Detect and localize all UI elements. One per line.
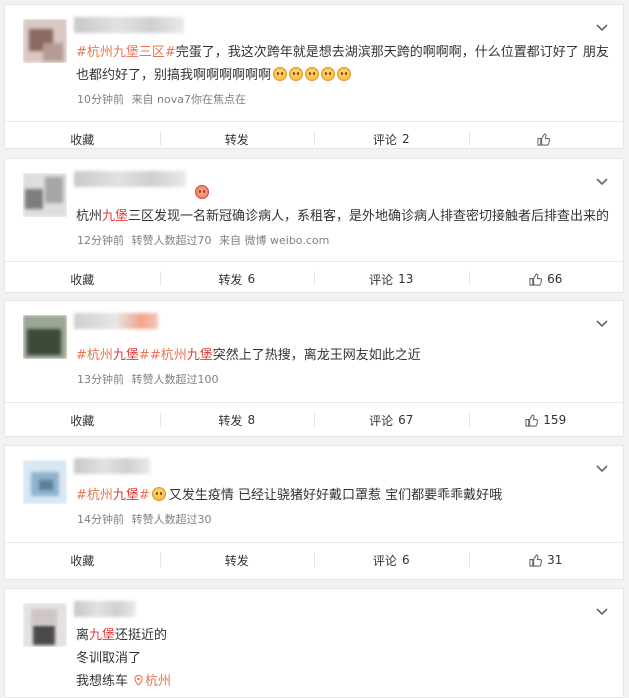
emoji-icon: [289, 67, 304, 81]
thumb-up-icon: [537, 132, 550, 146]
action-bar: 收藏 转发 评论 2: [5, 121, 623, 156]
chevron-down-icon[interactable]: [595, 23, 609, 33]
like-button[interactable]: [468, 122, 624, 156]
emoji-icon: [151, 487, 166, 501]
emoji-icon: [305, 67, 320, 81]
avatar[interactable]: [23, 19, 67, 63]
post-text: #杭州九堡三区#完蛋了，我这次跨年就是想去湖滨那天跨的啊啊啊，什么位置都订好了 …: [76, 45, 609, 83]
like-count: 159: [543, 413, 567, 427]
topic-link[interactable]: #杭州九堡: [150, 348, 213, 363]
weibo-card: #杭州九堡三区#完蛋了，我这次跨年就是想去湖滨那天跨的啊啊啊，什么位置都订好了 …: [4, 4, 624, 149]
repost-button[interactable]: 转发 8: [159, 403, 315, 437]
avatar[interactable]: [23, 603, 67, 647]
post-time[interactable]: 13分钟前: [77, 373, 124, 386]
avatar[interactable]: [23, 173, 67, 217]
post-time[interactable]: 14分钟前: [77, 513, 124, 526]
location-link[interactable]: 杭州: [145, 674, 171, 689]
thumb-up-icon: [525, 413, 539, 427]
action-bar: 收藏 转发 6 评论 13 66: [5, 261, 623, 296]
username[interactable]: [74, 458, 150, 474]
favorite-button[interactable]: 收藏: [5, 122, 160, 156]
post-meta: 13分钟前 转赞人数超过100: [77, 371, 219, 387]
post-meta: 10分钟前 来自 nova7你在焦点在: [77, 91, 246, 107]
action-bar: 收藏 转发 评论 6 31: [5, 542, 623, 577]
emoji-icon: [273, 67, 288, 81]
favorite-button[interactable]: 收藏: [5, 543, 160, 577]
post-text: #杭州九堡# 又发生疫情 已经让骁猪好好戴口罩惹 宝们都要乖乖戴好哦: [76, 487, 503, 503]
post-time[interactable]: 12分钟前: [77, 234, 124, 247]
post-source: 来自 微博 weibo.com: [219, 234, 330, 247]
action-bar: 收藏 转发 8 评论 67 159: [5, 402, 623, 437]
like-count: 31: [547, 553, 563, 567]
like-button[interactable]: 159: [468, 403, 624, 437]
repost-count-info: 转赞人数超过30: [131, 513, 212, 526]
emoji-icon: [321, 67, 336, 81]
post-meta: 12分钟前 转赞人数超过70 来自 微博 weibo.com: [77, 232, 329, 248]
topic-link[interactable]: #杭州九堡三区#: [76, 45, 176, 60]
weibo-card: #杭州九堡##杭州九堡突然上了热搜，离龙王网友如此之近 13分钟前 转赞人数超过…: [4, 300, 624, 437]
emoji-icon: [337, 67, 352, 81]
thumb-up-icon: [529, 272, 543, 286]
weibo-card: 离九堡还挺近的 冬训取消了 我想练车 杭州: [4, 588, 624, 698]
chevron-down-icon[interactable]: [595, 177, 609, 187]
topic-link[interactable]: #杭州九堡#: [76, 348, 150, 363]
chevron-down-icon[interactable]: [595, 464, 609, 474]
avatar[interactable]: [23, 460, 67, 504]
weibo-card: 杭州九堡三区发现一名新冠确诊病人，系租客，是外地确诊病人排查密切接触者后排查出来…: [4, 158, 624, 293]
post-source: 来自 nova7你在焦点在: [131, 93, 246, 106]
avatar[interactable]: [23, 315, 67, 359]
username[interactable]: [74, 313, 158, 329]
topic-link[interactable]: #杭州九堡#: [76, 488, 150, 503]
thumb-up-icon: [529, 553, 543, 567]
comment-button[interactable]: 评论 13: [314, 262, 469, 296]
post-text: 离九堡还挺近的 冬训取消了 我想练车 杭州: [76, 628, 172, 689]
username[interactable]: [74, 171, 186, 187]
repost-count-info: 转赞人数超过70: [131, 234, 212, 247]
username[interactable]: [74, 601, 136, 617]
repost-button[interactable]: 转发: [159, 122, 315, 156]
repost-button[interactable]: 转发 6: [159, 262, 315, 296]
location-pin-icon: [134, 674, 143, 686]
like-button[interactable]: 31: [468, 543, 624, 577]
favorite-button[interactable]: 收藏: [5, 262, 160, 296]
like-button[interactable]: 66: [468, 262, 624, 296]
comment-button[interactable]: 评论 67: [314, 403, 469, 437]
post-time[interactable]: 10分钟前: [77, 93, 124, 106]
chevron-down-icon[interactable]: [595, 607, 609, 617]
repost-button[interactable]: 转发: [159, 543, 315, 577]
post-text: 杭州九堡三区发现一名新冠确诊病人，系租客，是外地确诊病人排查密切接触者后排查出来…: [76, 209, 610, 224]
chevron-down-icon[interactable]: [595, 319, 609, 329]
comment-button[interactable]: 评论 2: [314, 122, 469, 156]
like-count: 66: [547, 272, 563, 286]
username[interactable]: [74, 17, 184, 33]
post-meta: 14分钟前 转赞人数超过30: [77, 511, 212, 527]
emoji-icon: [195, 185, 209, 199]
comment-button[interactable]: 评论 6: [314, 543, 469, 577]
post-text: #杭州九堡##杭州九堡突然上了热搜，离龙王网友如此之近: [76, 348, 421, 363]
weibo-card: #杭州九堡# 又发生疫情 已经让骁猪好好戴口罩惹 宝们都要乖乖戴好哦 14分钟前 …: [4, 445, 624, 580]
repost-count-info: 转赞人数超过100: [131, 373, 219, 386]
favorite-button[interactable]: 收藏: [5, 403, 160, 437]
